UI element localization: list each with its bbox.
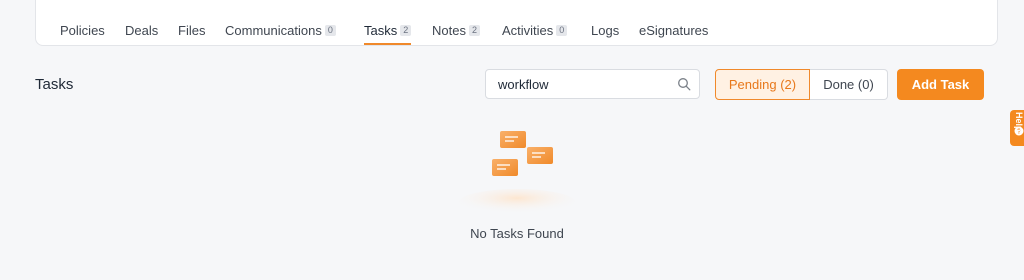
task-card-icon — [492, 159, 518, 176]
help-label: Help — [1014, 112, 1024, 132]
tab-count-badge: 2 — [400, 25, 412, 37]
tab-files[interactable]: Files — [178, 23, 205, 45]
active-tab-indicator — [364, 43, 412, 45]
empty-tasks-illustration — [459, 131, 575, 215]
task-card-icon — [527, 147, 553, 164]
search-input[interactable] — [498, 76, 668, 92]
tab-count-badge: 2 — [468, 25, 480, 37]
tab-label: Policies — [60, 23, 105, 38]
tab-deals[interactable]: Deals — [125, 23, 158, 45]
search-icon[interactable] — [677, 77, 691, 91]
tab-count-badge: 0 — [556, 25, 568, 37]
tab-label: Notes — [432, 23, 466, 38]
tab-tasks[interactable]: Tasks 2 — [364, 23, 412, 45]
pending-filter-button[interactable]: Pending (2) — [715, 69, 810, 100]
tab-label: Deals — [125, 23, 159, 38]
tab-label: eSignatures — [639, 23, 709, 38]
tab-activities[interactable]: Activities 0 — [502, 23, 568, 45]
tab-label: Activities — [502, 23, 554, 38]
add-task-button[interactable]: Add Task — [897, 69, 984, 100]
tab-count-badge: 0 — [324, 25, 336, 37]
tab-label: Tasks — [364, 23, 398, 38]
tab-policies[interactable]: Policies — [60, 23, 105, 45]
tab-logs[interactable]: Logs — [591, 23, 619, 45]
tab-label: Files — [178, 23, 206, 38]
tab-bar: Policies Deals Files Communications 0 Tas… — [35, 0, 998, 46]
task-card-icon — [500, 131, 526, 148]
search-box — [485, 69, 700, 99]
tab-esignatures[interactable]: eSignatures — [639, 23, 708, 45]
tab-label: Logs — [591, 23, 620, 38]
done-filter-button[interactable]: Done (0) — [810, 69, 888, 100]
tab-communications[interactable]: Communications 0 — [225, 23, 336, 45]
tab-label: Communications — [225, 23, 322, 38]
help-tab[interactable]: ? Help — [1010, 110, 1024, 146]
empty-state-message: No Tasks Found — [470, 226, 564, 241]
tab-notes[interactable]: Notes 2 — [432, 23, 480, 45]
section-title: Tasks — [35, 76, 74, 93]
